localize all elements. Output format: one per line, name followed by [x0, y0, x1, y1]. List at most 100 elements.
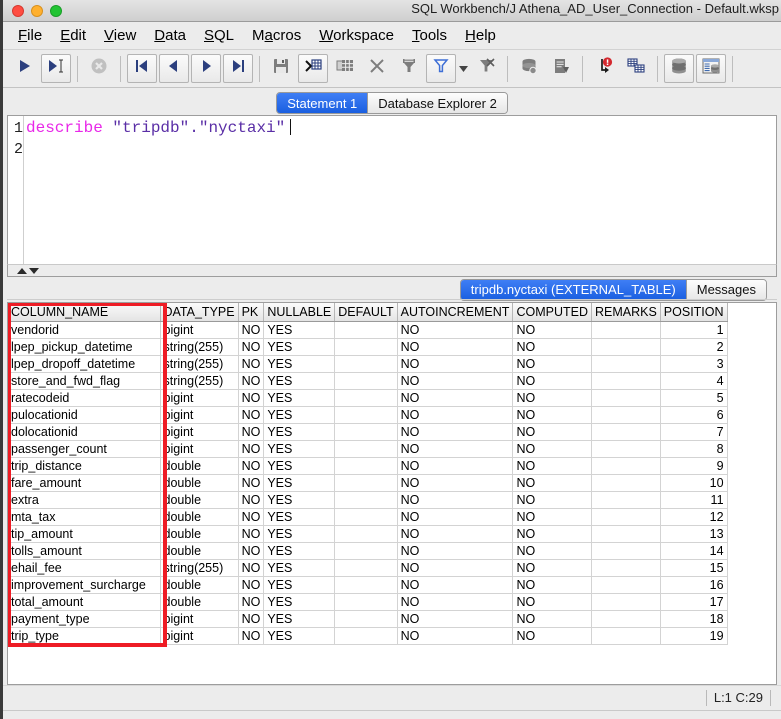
table-row[interactable]: mta_taxdoubleNOYESNONO12 — [8, 509, 727, 526]
grid-cell[interactable]: YES — [264, 628, 335, 645]
grid-cell[interactable] — [591, 611, 660, 628]
sql-code-area[interactable]: describe "tripdb"."nyctaxi" — [24, 116, 776, 264]
grid-cell[interactable]: NO — [397, 356, 513, 373]
editor-results-splitter[interactable] — [7, 264, 777, 277]
grid-cell[interactable]: NO — [397, 543, 513, 560]
grid-cell[interactable] — [335, 373, 397, 390]
grid-cell[interactable]: double — [160, 543, 238, 560]
grid-cell[interactable]: bigint — [160, 611, 238, 628]
grid-cell[interactable]: 17 — [660, 594, 727, 611]
table-row[interactable]: passenger_countbigintNOYESNONO8 — [8, 441, 727, 458]
menu-view[interactable]: View — [95, 25, 145, 46]
grid-cell[interactable] — [335, 407, 397, 424]
grid-cell[interactable]: NO — [513, 373, 592, 390]
grid-cell[interactable]: NO — [397, 458, 513, 475]
grid-cell[interactable]: NO — [238, 407, 264, 424]
grid-cell[interactable]: 8 — [660, 441, 727, 458]
table-row[interactable]: extradoubleNOYESNONO11 — [8, 492, 727, 509]
grid-cell[interactable]: NO — [397, 475, 513, 492]
grid-cell[interactable]: NO — [238, 390, 264, 407]
grid-cell[interactable]: 3 — [660, 356, 727, 373]
grid-cell[interactable] — [335, 526, 397, 543]
grid-cell[interactable]: 5 — [660, 390, 727, 407]
grid-cell[interactable]: NO — [238, 441, 264, 458]
grid-cell[interactable]: NO — [397, 390, 513, 407]
filter-dropdown-icon[interactable] — [457, 54, 470, 83]
result-grid[interactable]: COLUMN_NAMEDATA_TYPEPKNULLABLEDEFAULTAUT… — [8, 303, 728, 645]
menu-tools[interactable]: Tools — [403, 25, 456, 46]
grid-cell[interactable]: string(255) — [160, 339, 238, 356]
grid-cell[interactable]: NO — [513, 441, 592, 458]
grid-cell[interactable]: YES — [264, 356, 335, 373]
grid-cell[interactable] — [591, 594, 660, 611]
grid-cell[interactable]: double — [160, 458, 238, 475]
grid-cell[interactable]: trip_type — [8, 628, 160, 645]
grid-cell[interactable] — [335, 594, 397, 611]
editor-tab-0[interactable]: Statement 1 — [277, 93, 368, 113]
grid-cell[interactable] — [591, 441, 660, 458]
editor-tab-1[interactable]: Database Explorer 2 — [368, 93, 507, 113]
minimize-window-button[interactable] — [31, 5, 43, 17]
grid-cell[interactable]: YES — [264, 611, 335, 628]
grid-cell[interactable]: passenger_count — [8, 441, 160, 458]
grid-cell[interactable]: NO — [513, 611, 592, 628]
grid-cell[interactable]: bigint — [160, 407, 238, 424]
database-explorer-icon[interactable] — [664, 54, 694, 83]
grid-header-nullable[interactable]: NULLABLE — [264, 303, 335, 322]
grid-cell[interactable]: NO — [238, 611, 264, 628]
grid-cell[interactable] — [591, 577, 660, 594]
grid-cell[interactable]: NO — [397, 322, 513, 339]
grid-cell[interactable]: NO — [513, 594, 592, 611]
grid-cell[interactable]: 13 — [660, 526, 727, 543]
grid-cell[interactable]: NO — [238, 628, 264, 645]
grid-cell[interactable]: double — [160, 475, 238, 492]
grid-cell[interactable]: vendorid — [8, 322, 160, 339]
grid-cell[interactable]: NO — [513, 509, 592, 526]
grid-header-column_name[interactable]: COLUMN_NAME — [8, 303, 160, 322]
grid-cell[interactable]: YES — [264, 407, 335, 424]
grid-cell[interactable]: NO — [238, 594, 264, 611]
grid-cell[interactable]: NO — [513, 560, 592, 577]
grid-cell[interactable]: NO — [513, 407, 592, 424]
grid-cell[interactable]: double — [160, 577, 238, 594]
grid-header-row[interactable]: COLUMN_NAMEDATA_TYPEPKNULLABLEDEFAULTAUT… — [8, 303, 727, 322]
grid-cell[interactable] — [591, 339, 660, 356]
grid-cell[interactable] — [591, 424, 660, 441]
grid-cell[interactable] — [591, 390, 660, 407]
grid-cell[interactable] — [335, 458, 397, 475]
grid-cell[interactable]: 1 — [660, 322, 727, 339]
grid-cell[interactable] — [335, 492, 397, 509]
grid-cell[interactable]: ratecodeid — [8, 390, 160, 407]
grid-cell[interactable]: NO — [238, 577, 264, 594]
previous-statement-icon[interactable] — [159, 54, 189, 83]
grid-cell[interactable]: YES — [264, 373, 335, 390]
grid-cell[interactable]: string(255) — [160, 356, 238, 373]
table-row[interactable]: ehail_feestring(255)NOYESNONO15 — [8, 560, 727, 577]
next-statement-icon[interactable] — [191, 54, 221, 83]
grid-cell[interactable]: string(255) — [160, 560, 238, 577]
menu-workspace[interactable]: Workspace — [310, 25, 403, 46]
grid-cell[interactable]: mta_tax — [8, 509, 160, 526]
grid-cell[interactable]: double — [160, 526, 238, 543]
table-row[interactable]: lpep_dropoff_datetimestring(255)NOYESNON… — [8, 356, 727, 373]
maximize-window-button[interactable] — [50, 5, 62, 17]
grid-cell[interactable] — [591, 526, 660, 543]
table-row[interactable]: tip_amountdoubleNOYESNONO13 — [8, 526, 727, 543]
grid-cell[interactable] — [335, 611, 397, 628]
grid-cell[interactable]: bigint — [160, 390, 238, 407]
grid-cell[interactable] — [591, 407, 660, 424]
grid-cell[interactable]: NO — [513, 390, 592, 407]
menu-edit[interactable]: Edit — [51, 25, 95, 46]
menu-file[interactable]: File — [9, 25, 51, 46]
grid-cell[interactable]: NO — [238, 424, 264, 441]
table-row[interactable]: total_amountdoubleNOYESNONO17 — [8, 594, 727, 611]
grid-header-autoincrement[interactable]: AUTOINCREMENT — [397, 303, 513, 322]
grid-cell[interactable]: NO — [513, 526, 592, 543]
grid-cell[interactable] — [335, 628, 397, 645]
grid-cell[interactable] — [335, 560, 397, 577]
grid-cell[interactable]: fare_amount — [8, 475, 160, 492]
table-row[interactable]: vendoridbigintNOYESNONO1 — [8, 322, 727, 339]
grid-cell[interactable]: NO — [238, 475, 264, 492]
grid-cell[interactable] — [335, 390, 397, 407]
grid-cell[interactable] — [591, 322, 660, 339]
